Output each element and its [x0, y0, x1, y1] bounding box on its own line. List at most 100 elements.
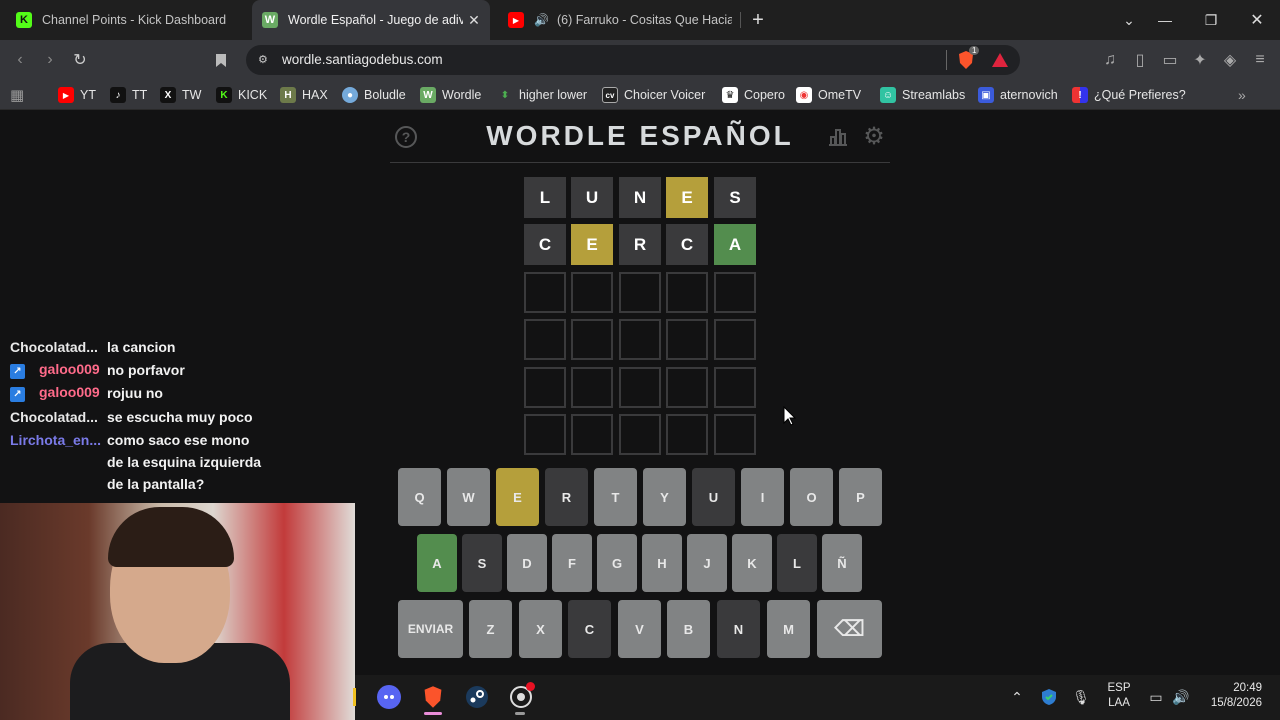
- board-tile: [714, 272, 756, 313]
- show-hidden-icons[interactable]: ⌃: [1002, 682, 1032, 712]
- key-b[interactable]: B: [667, 600, 710, 658]
- minimize-button[interactable]: —: [1142, 0, 1188, 40]
- back-button[interactable]: ‹: [8, 48, 32, 72]
- board-tile: [619, 367, 661, 408]
- new-tab-button[interactable]: +: [742, 0, 774, 40]
- key-z[interactable]: Z: [469, 600, 512, 658]
- key-h[interactable]: H: [642, 534, 682, 592]
- gear-icon[interactable]: ⚙: [862, 125, 886, 149]
- bookmark-streamlabs[interactable]: ☺ Streamlabs: [880, 80, 965, 110]
- key-n[interactable]: N: [717, 600, 760, 658]
- chat-username: ↗ galoo009: [10, 384, 107, 402]
- steam-icon[interactable]: [462, 682, 492, 712]
- key-x[interactable]: X: [519, 600, 562, 658]
- key-a[interactable]: A: [417, 534, 457, 592]
- key-s[interactable]: S: [462, 534, 502, 592]
- bookmark-label: aternovich: [1000, 88, 1058, 102]
- bookmark-aternovich[interactable]: ▣ aternovich: [978, 80, 1058, 110]
- apps-grid-icon[interactable]: ▦: [10, 80, 24, 110]
- media-icon[interactable]: ♫: [1098, 48, 1122, 72]
- obs-icon[interactable]: [506, 682, 536, 712]
- key-j[interactable]: J: [687, 534, 727, 592]
- bookmark-tw[interactable]: X TW: [160, 80, 201, 110]
- key-w[interactable]: W: [447, 468, 490, 526]
- board-tile: [714, 319, 756, 360]
- bookmark-hax[interactable]: H HAX: [280, 80, 328, 110]
- key-l[interactable]: L: [777, 534, 817, 592]
- tab-wordle[interactable]: W Wordle Español - Juego de adivi ✕: [252, 0, 490, 40]
- backspace-key[interactable]: ⌫: [817, 600, 882, 658]
- key-d[interactable]: D: [507, 534, 547, 592]
- board-tile: [619, 414, 661, 455]
- close-tab-icon[interactable]: ✕: [466, 12, 482, 29]
- bookmark-choicer-voicer[interactable]: cv Choicer Voicer: [602, 80, 705, 110]
- key-r[interactable]: R: [545, 468, 588, 526]
- bookmark-copero[interactable]: ♛ Copero: [722, 80, 785, 110]
- chat-text: de la esquina izquierda: [107, 454, 262, 470]
- bookmark-que-prefieres[interactable]: ! ¿Qué Prefieres?: [1072, 80, 1186, 110]
- help-icon[interactable]: ?: [395, 126, 417, 148]
- key-k[interactable]: K: [732, 534, 772, 592]
- more-bookmarks-icon[interactable]: »: [1238, 80, 1246, 110]
- bookmark-boludle[interactable]: ● Boludle: [342, 80, 406, 110]
- key-o[interactable]: O: [790, 468, 833, 526]
- key-v[interactable]: V: [618, 600, 661, 658]
- address-bar[interactable]: ⚙ wordle.santiagodebus.com: [246, 45, 1020, 75]
- key-m[interactable]: M: [767, 600, 810, 658]
- enviar-key[interactable]: ENVIAR: [398, 600, 463, 658]
- bookmark-icon[interactable]: [209, 48, 233, 72]
- bookmark-tt[interactable]: ♪ TT: [110, 80, 147, 110]
- brave-shields-icon[interactable]: 1: [954, 46, 980, 72]
- cv-icon: cv: [602, 87, 618, 103]
- tab-youtube[interactable]: ▶ 🔊 (6) Farruko - Cositas Que Haciam: [498, 0, 734, 40]
- board-tile: [524, 319, 566, 360]
- audio-playing-icon[interactable]: 🔊: [534, 13, 549, 27]
- sidebar-icon[interactable]: ▯: [1128, 48, 1152, 72]
- key-q[interactable]: Q: [398, 468, 441, 526]
- language-indicator[interactable]: ESP LAA: [1102, 682, 1136, 709]
- menu-icon[interactable]: ≡: [1248, 48, 1272, 72]
- bookmark-label: Choicer Voicer: [624, 88, 706, 102]
- volume-icon[interactable]: 🔊: [1166, 682, 1196, 712]
- board-tile: [571, 414, 613, 455]
- leo-ai-icon[interactable]: ✦: [1188, 48, 1212, 72]
- bookmark-kick[interactable]: K KICK: [216, 80, 267, 110]
- close-window-button[interactable]: ✕: [1234, 0, 1280, 40]
- vpn-icon[interactable]: ◈: [1218, 48, 1242, 72]
- bookmark-yt[interactable]: ▶ YT: [58, 80, 96, 110]
- discord-icon[interactable]: [374, 682, 404, 712]
- wallet-icon[interactable]: ▭: [1158, 48, 1182, 72]
- stats-icon[interactable]: [828, 128, 848, 146]
- board-tile: [666, 272, 708, 313]
- bookmark-higher-lower[interactable]: ⬍ higher lower: [497, 80, 587, 110]
- clock[interactable]: 20:49 15/8/2026: [1196, 682, 1272, 709]
- microphone-icon[interactable]: 🎙: [1066, 682, 1096, 712]
- key-c[interactable]: C: [568, 600, 611, 658]
- restore-button[interactable]: ❐: [1188, 0, 1234, 40]
- key-t[interactable]: T: [594, 468, 637, 526]
- reload-button[interactable]: ↻: [68, 48, 92, 72]
- security-tray-icon[interactable]: [1034, 682, 1064, 712]
- key-u[interactable]: U: [692, 468, 735, 526]
- board-tile: [619, 319, 661, 360]
- brave-browser-icon[interactable]: [418, 682, 448, 712]
- brave-rewards-icon[interactable]: [988, 48, 1012, 72]
- board-tile: [714, 367, 756, 408]
- forward-button[interactable]: ›: [38, 48, 62, 72]
- key-g[interactable]: G: [597, 534, 637, 592]
- chat-message: de la pantalla?: [10, 473, 204, 495]
- board-tile: [666, 319, 708, 360]
- site-info-icon[interactable]: ⚙: [258, 53, 272, 67]
- bookmark-ometv[interactable]: ◉ OmeTV: [796, 80, 861, 110]
- key-y[interactable]: Y: [643, 468, 686, 526]
- tab-kick-dashboard[interactable]: K Channel Points - Kick Dashboard: [8, 0, 248, 40]
- key-e[interactable]: E: [496, 468, 539, 526]
- key-f[interactable]: F: [552, 534, 592, 592]
- chat-username: Chocolatad...: [10, 339, 98, 355]
- key-i[interactable]: I: [741, 468, 784, 526]
- webcam-feed: [0, 503, 355, 720]
- chat-message: Lirchota_en... como saco ese mono: [10, 429, 249, 451]
- key-enie[interactable]: Ñ: [822, 534, 862, 592]
- bookmark-wordle[interactable]: W Wordle: [420, 80, 481, 110]
- key-p[interactable]: P: [839, 468, 882, 526]
